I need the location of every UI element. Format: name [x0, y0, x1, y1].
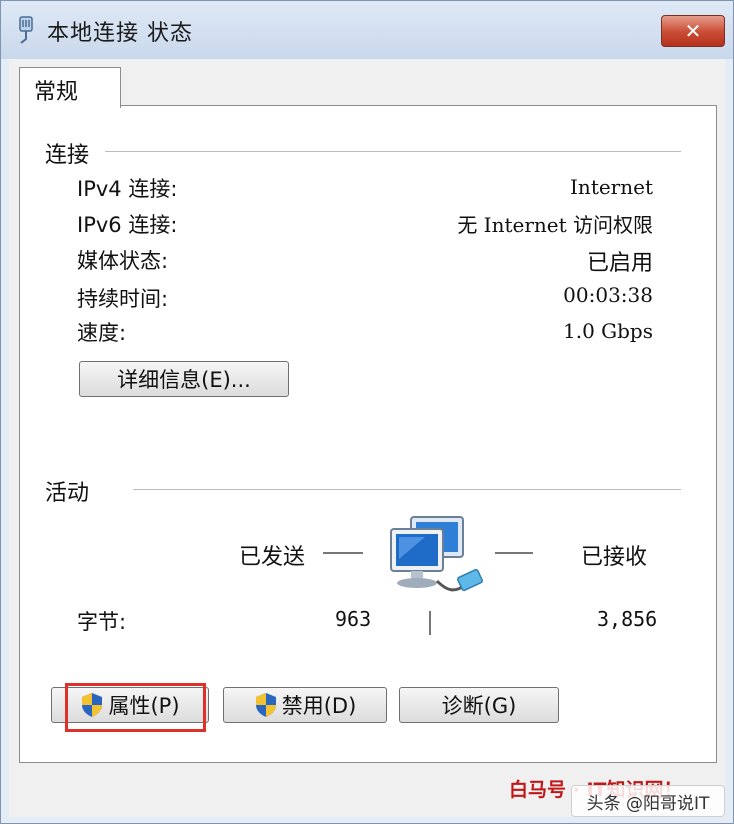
ipv6-value: 无 Internet 访问权限 — [457, 213, 653, 237]
tab-label: 常规 — [34, 80, 79, 105]
speed-label: 速度: — [77, 321, 127, 345]
details-button-label: 详细信息(E)... — [117, 368, 251, 392]
sent-label: 已发送 — [239, 545, 306, 570]
byline-badge: 头条 @阳哥说IT — [571, 785, 725, 817]
bytes-received-value: 3,856 — [597, 607, 658, 631]
received-dash — [495, 552, 533, 554]
tab-general[interactable]: 常规 — [19, 67, 121, 108]
details-button[interactable]: 详细信息(E)... — [79, 361, 289, 397]
status-window: 本地连接 状态 ✕ 常规 连接 IPv4 连接: Internet IPv6 连… — [0, 0, 734, 824]
close-icon: ✕ — [684, 19, 702, 43]
speed-value: 1.0 Gbps — [562, 319, 653, 343]
highlight-box — [65, 683, 206, 732]
media-state-value: 已启用 — [586, 251, 653, 276]
ipv6-label: IPv6 连接: — [77, 213, 178, 237]
bytes-sent-value: 963 — [335, 607, 372, 631]
connection-heading: 连接 — [45, 143, 90, 168]
close-button[interactable]: ✕ — [661, 15, 725, 47]
sent-dash — [323, 552, 363, 554]
received-label: 已接收 — [581, 545, 648, 570]
connection-divider — [105, 151, 681, 152]
uac-shield-icon — [255, 693, 276, 717]
ipv4-value: Internet — [570, 175, 653, 199]
activity-divider-bar — [429, 611, 431, 635]
tab-panel — [19, 105, 717, 763]
activity-heading: 活动 — [45, 481, 90, 506]
title-bar[interactable]: 本地连接 状态 ✕ — [1, 1, 733, 59]
diagnose-button[interactable]: 诊断(G) — [399, 687, 559, 723]
byline-text: 头条 @阳哥说IT — [586, 793, 710, 814]
diagnose-button-label: 诊断(G) — [441, 694, 517, 718]
duration-label: 持续时间: — [77, 287, 169, 311]
network-computers-icon — [390, 516, 484, 592]
network-adapter-icon — [19, 16, 33, 44]
duration-value: 00:03:38 — [563, 283, 653, 307]
media-state-label: 媒体状态: — [77, 249, 169, 273]
activity-divider — [133, 489, 681, 490]
bytes-label: 字节: — [77, 610, 127, 634]
disable-button[interactable]: 禁用(D) — [223, 687, 387, 723]
ipv4-label: IPv4 连接: — [77, 177, 178, 201]
disable-button-label: 禁用(D) — [281, 694, 357, 718]
window-title: 本地连接 状态 — [47, 21, 193, 46]
